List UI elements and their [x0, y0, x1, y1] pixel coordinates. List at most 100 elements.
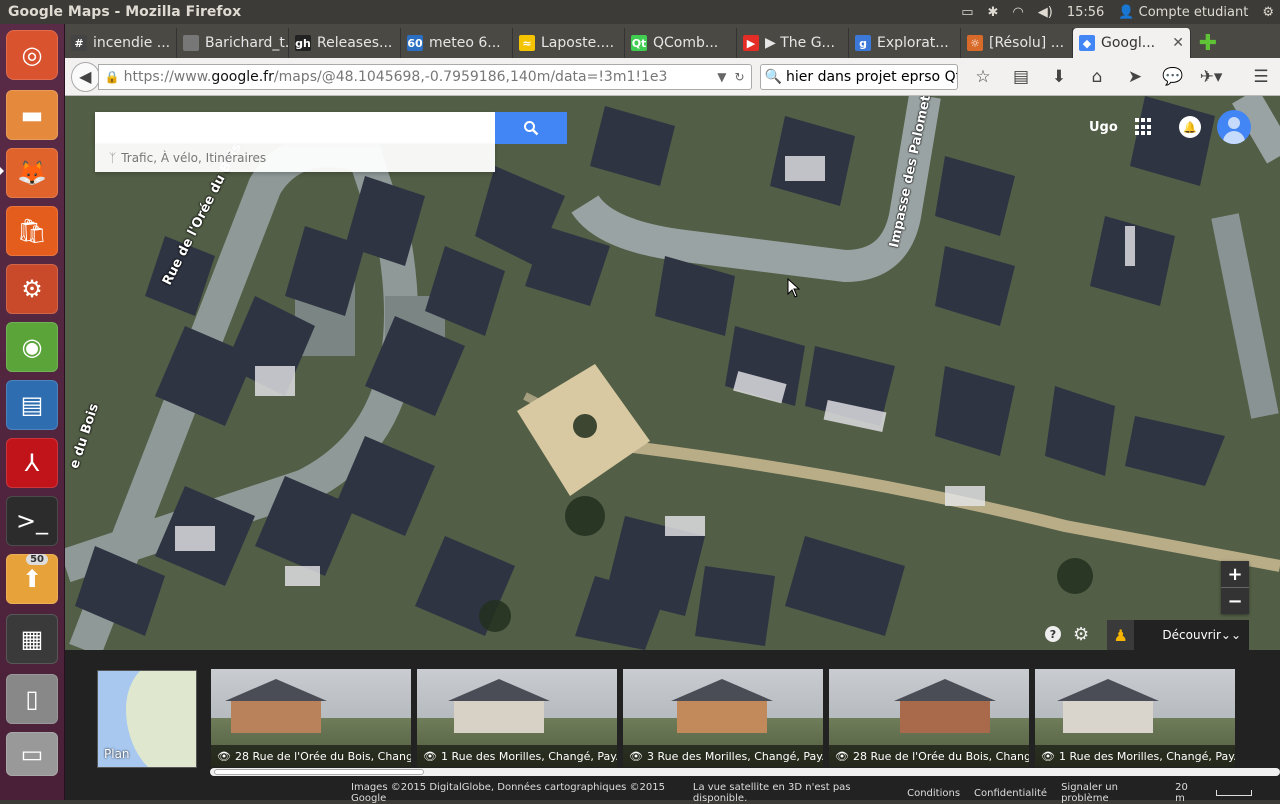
photo-caption: 3 Rue des Morilles, Changé, Pay...	[646, 749, 823, 763]
home-icon[interactable]: ⌂	[1078, 62, 1116, 92]
browser-tab[interactable]: # incendie ...	[65, 28, 177, 58]
firefox-icon[interactable]: 🦊	[6, 148, 58, 198]
discover-label: Découvrir	[1162, 628, 1221, 642]
no-3d-notice: La vue satellite en 3D n'est pas disponi…	[692, 782, 851, 804]
tab-label: QComb...	[653, 35, 719, 51]
google-apps-icon[interactable]	[1135, 118, 1153, 136]
files-icon[interactable]: ▬	[6, 90, 58, 140]
lock-icon[interactable]: 🔒	[105, 70, 120, 84]
browser-tab[interactable]: Barichard_t...	[177, 28, 289, 58]
notifications-bell-icon[interactable]: 🔔	[1179, 116, 1201, 138]
zoom-in-button[interactable]: +	[1221, 561, 1249, 587]
tab-label: Explorat...	[877, 35, 949, 51]
street-view-icon: 👁	[835, 749, 849, 763]
user-menu[interactable]: 👤 Compte etudiant	[1118, 5, 1248, 20]
browser-tab[interactable]: ☼ [Résolu] ...	[961, 28, 1073, 58]
browser-tab[interactable]: 60 meteo 6...	[401, 28, 513, 58]
tab-label: Laposte....	[541, 35, 615, 51]
updates-count-badge: 50	[26, 554, 48, 565]
filmstrip-scroll-thumb[interactable]	[214, 769, 424, 775]
chevron-down-icon[interactable]: ⌄⌄	[1221, 628, 1241, 642]
url-scheme: https://www.	[123, 68, 212, 85]
browser-tab[interactable]: g Explorat...	[849, 28, 961, 58]
url-dropdown-icon[interactable]: ▼	[717, 70, 726, 84]
street-view-photo[interactable]: 👁 28 Rue de l'Orée du Bois, Chang...	[829, 669, 1032, 767]
chat-icon[interactable]: 💬	[1154, 62, 1192, 92]
browser-tab[interactable]: ≈ Laposte....	[513, 28, 625, 58]
usb-drive-icon[interactable]: ▯	[6, 674, 58, 724]
photo-caption: 28 Rue de l'Orée du Bois, Chang...	[234, 749, 411, 763]
volume-icon[interactable]: ◀)	[1038, 5, 1053, 20]
satellite-imagery[interactable]	[65, 96, 1280, 650]
bluetooth-icon[interactable]: ✱	[988, 5, 999, 20]
reload-icon[interactable]: ↻	[735, 70, 745, 84]
maps-search-button[interactable]	[495, 112, 567, 144]
plan-view-thumbnail[interactable]: Plan	[97, 670, 197, 768]
system-settings-icon[interactable]: ⚙	[6, 264, 58, 314]
browser-tab[interactable]: Qt QComb...	[625, 28, 737, 58]
tab-favicon-icon: ☼	[967, 35, 983, 51]
report-problem-link[interactable]: Signaler un problème	[1061, 782, 1161, 804]
workspace-switcher-icon[interactable]: ▦	[6, 614, 58, 664]
map-settings-gear-icon[interactable]: ⚙	[1073, 624, 1089, 645]
screenshot-tool-icon[interactable]: ◉	[6, 322, 58, 372]
wifi-icon[interactable]: ◠	[1012, 5, 1023, 20]
maps-search-suggestions[interactable]: ᛉ Trafic, À vélo, Itinéraires	[95, 144, 495, 172]
libreoffice-writer-icon[interactable]: ▤	[6, 380, 58, 430]
street-view-photo[interactable]: 👁 28 Rue de l'Orée du Bois, Chang...	[211, 669, 414, 767]
satellite-map[interactable]: Rue de l'Orée du Bois Impasse des Palome…	[65, 96, 1280, 650]
web-search-bar[interactable]: 🔍 hier dans projet eprso Qt ➔	[759, 63, 958, 90]
google-user-name[interactable]: Ugo	[1089, 120, 1118, 135]
pegman-icon[interactable]: ♟	[1107, 620, 1135, 650]
pdf-reader-icon[interactable]: ⅄	[6, 438, 58, 488]
tab-bar: # incendie ... Barichard_t... gh Releases...…	[65, 24, 1280, 58]
filmstrip-scrollbar[interactable]	[210, 768, 1280, 776]
extension-icon[interactable]: ✈▾	[1192, 62, 1230, 92]
search-icon: 🔍	[764, 68, 782, 85]
battery-icon[interactable]: ▭	[961, 5, 973, 20]
street-view-photo[interactable]: 👁 3 Rue des Morilles, Changé, Pay...	[623, 669, 826, 767]
tab-favicon-icon: g	[855, 35, 871, 51]
user-name: Compte etudiant	[1138, 4, 1249, 20]
street-view-icon: 👁	[217, 749, 231, 763]
settings-gear-icon[interactable]: ⚙	[1262, 5, 1274, 20]
maps-search-input[interactable]	[95, 112, 495, 144]
tab-label: Barichard_t...	[205, 35, 289, 51]
clock[interactable]: 15:56	[1067, 5, 1104, 20]
privacy-link[interactable]: Confidentialité	[974, 788, 1047, 799]
new-tab-button[interactable]: ✚	[1191, 28, 1225, 58]
panel-indicators: ▭ ✱ ◠ ◀) 15:56 👤 Compte etudiant ⚙	[961, 0, 1280, 24]
tab-favicon-icon: gh	[295, 35, 311, 51]
downloads-icon[interactable]: ⬇	[1040, 62, 1078, 92]
browser-tab[interactable]: gh Releases...	[289, 28, 401, 58]
navigation-toolbar: ◀ 🔒 https://www. google.fr/maps/@48.10456…	[65, 58, 1280, 96]
street-view-icon: 👁	[1041, 749, 1055, 763]
street-view-photo[interactable]: 👁 1 Rue des Morilles, Changé, Pay...	[1035, 669, 1238, 767]
photo-caption: 1 Rue des Morilles, Changé, Pay...	[440, 749, 617, 763]
updater-icon[interactable]: ⬆ 50	[6, 554, 58, 604]
software-center-icon[interactable]: 🛍	[6, 206, 58, 256]
menu-hamburger-icon[interactable]: ☰	[1242, 62, 1280, 92]
window-title: Google Maps - Mozilla Firefox	[8, 4, 242, 20]
browser-tab[interactable]: ◆ Googl... ✕	[1073, 28, 1191, 58]
street-view-photo[interactable]: 👁 1 Rue des Morilles, Changé, Pay...	[417, 669, 620, 767]
avatar[interactable]	[1217, 110, 1251, 144]
send-icon[interactable]: ➤	[1116, 62, 1154, 92]
tab-close-icon[interactable]: ✕	[1172, 35, 1184, 51]
url-bar[interactable]: 🔒 https://www. google.fr/maps/@48.1045698…	[97, 63, 752, 90]
browser-tab[interactable]: ▶ ▶ The G...	[737, 28, 849, 58]
ubuntu-dash-icon[interactable]: ◎	[6, 30, 58, 80]
bookmark-star-icon[interactable]: ☆	[964, 62, 1002, 92]
disk-drive-icon[interactable]: ▭	[6, 732, 58, 776]
imagery-credits: Images ©2015 DigitalGlobe, Données carto…	[351, 782, 665, 804]
reading-list-icon[interactable]: ▤	[1002, 62, 1040, 92]
terminal-icon[interactable]: >_	[6, 496, 58, 546]
zoom-out-button[interactable]: −	[1221, 588, 1249, 614]
conditions-link[interactable]: Conditions	[907, 788, 960, 799]
url-path: /maps/@48.1045698,-0.7959186,140m/data=!…	[273, 68, 668, 85]
tab-label: [Résolu] ...	[989, 35, 1065, 51]
back-button[interactable]: ◀	[71, 61, 100, 92]
scale-bar[interactable]: 20 m	[1175, 782, 1266, 804]
discover-panel[interactable]: ♟ Découvrir ⌄⌄	[1107, 620, 1249, 650]
help-icon[interactable]: ?	[1045, 626, 1061, 642]
